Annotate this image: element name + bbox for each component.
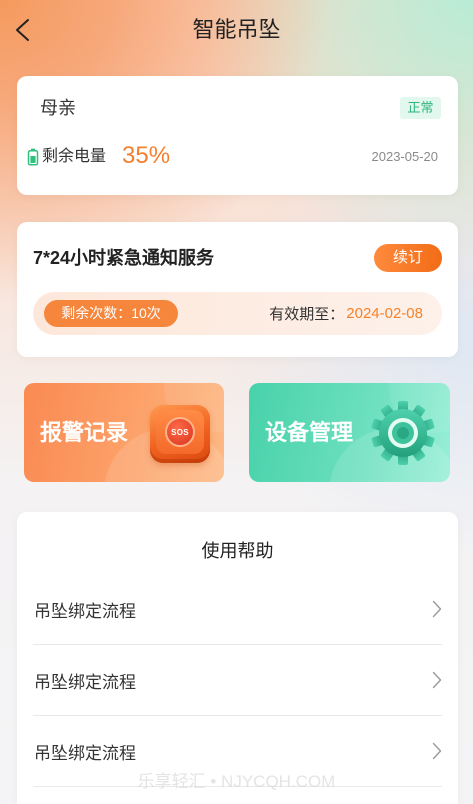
valid-until-date: 2024-02-08 xyxy=(346,305,423,322)
chevron-left-icon xyxy=(16,19,29,41)
battery-value: 35% xyxy=(122,142,171,169)
device-management-label: 设备管理 xyxy=(265,420,354,445)
help-item[interactable]: 吊坠绑定流程 xyxy=(33,716,442,787)
remaining-count-badge: 剩余次数：10次 xyxy=(44,300,178,327)
battery-label: 剩余电量 xyxy=(42,148,107,165)
help-item-label: 吊坠绑定流程 xyxy=(34,672,136,692)
chevron-right-icon xyxy=(432,671,442,689)
gear-icon xyxy=(371,401,435,465)
header: 智能吊坠 xyxy=(0,0,473,60)
help-item[interactable]: 吊坠绑定流程 xyxy=(33,645,442,716)
renew-button[interactable]: 续订 xyxy=(374,244,442,272)
status-badge: 正常 xyxy=(400,97,441,119)
service-card: 7*24小时紧急通知服务 续订 剩余次数：10次 有效期至： 2024-02-0… xyxy=(17,222,458,357)
validity: 有效期至： 2024-02-08 xyxy=(269,292,423,335)
service-info-bar: 剩余次数：10次 有效期至： 2024-02-08 xyxy=(33,292,442,335)
back-button[interactable] xyxy=(12,18,36,42)
sos-button-text: SOS xyxy=(165,417,195,447)
alarm-records-tile[interactable]: 报警记录 SOS xyxy=(24,383,224,482)
page-title: 智能吊坠 xyxy=(192,17,281,42)
help-list: 吊坠绑定流程 吊坠绑定流程 吊坠绑定流程 xyxy=(33,574,442,787)
sos-button-face: SOS xyxy=(156,410,204,454)
sos-button-icon: SOS xyxy=(150,405,210,463)
alarm-records-label: 报警记录 xyxy=(40,420,129,445)
service-title: 7*24小时紧急通知服务 xyxy=(33,248,215,268)
chevron-right-icon xyxy=(432,600,442,618)
battery-icon xyxy=(27,148,39,166)
device-owner-name: 母亲 xyxy=(40,98,76,118)
device-management-tile[interactable]: 设备管理 xyxy=(249,383,450,482)
help-card: 使用帮助 吊坠绑定流程 吊坠绑定流程 吊坠绑定流程 xyxy=(17,512,458,804)
help-item-label: 吊坠绑定流程 xyxy=(34,601,136,621)
valid-until-label: 有效期至： xyxy=(269,306,345,323)
help-item[interactable]: 吊坠绑定流程 xyxy=(33,574,442,645)
help-item-label: 吊坠绑定流程 xyxy=(34,743,136,763)
device-card: 母亲 正常 剩余电量 35% 2023-05-20 xyxy=(17,76,458,195)
device-date: 2023-05-20 xyxy=(371,149,439,164)
chevron-right-icon xyxy=(432,742,442,760)
